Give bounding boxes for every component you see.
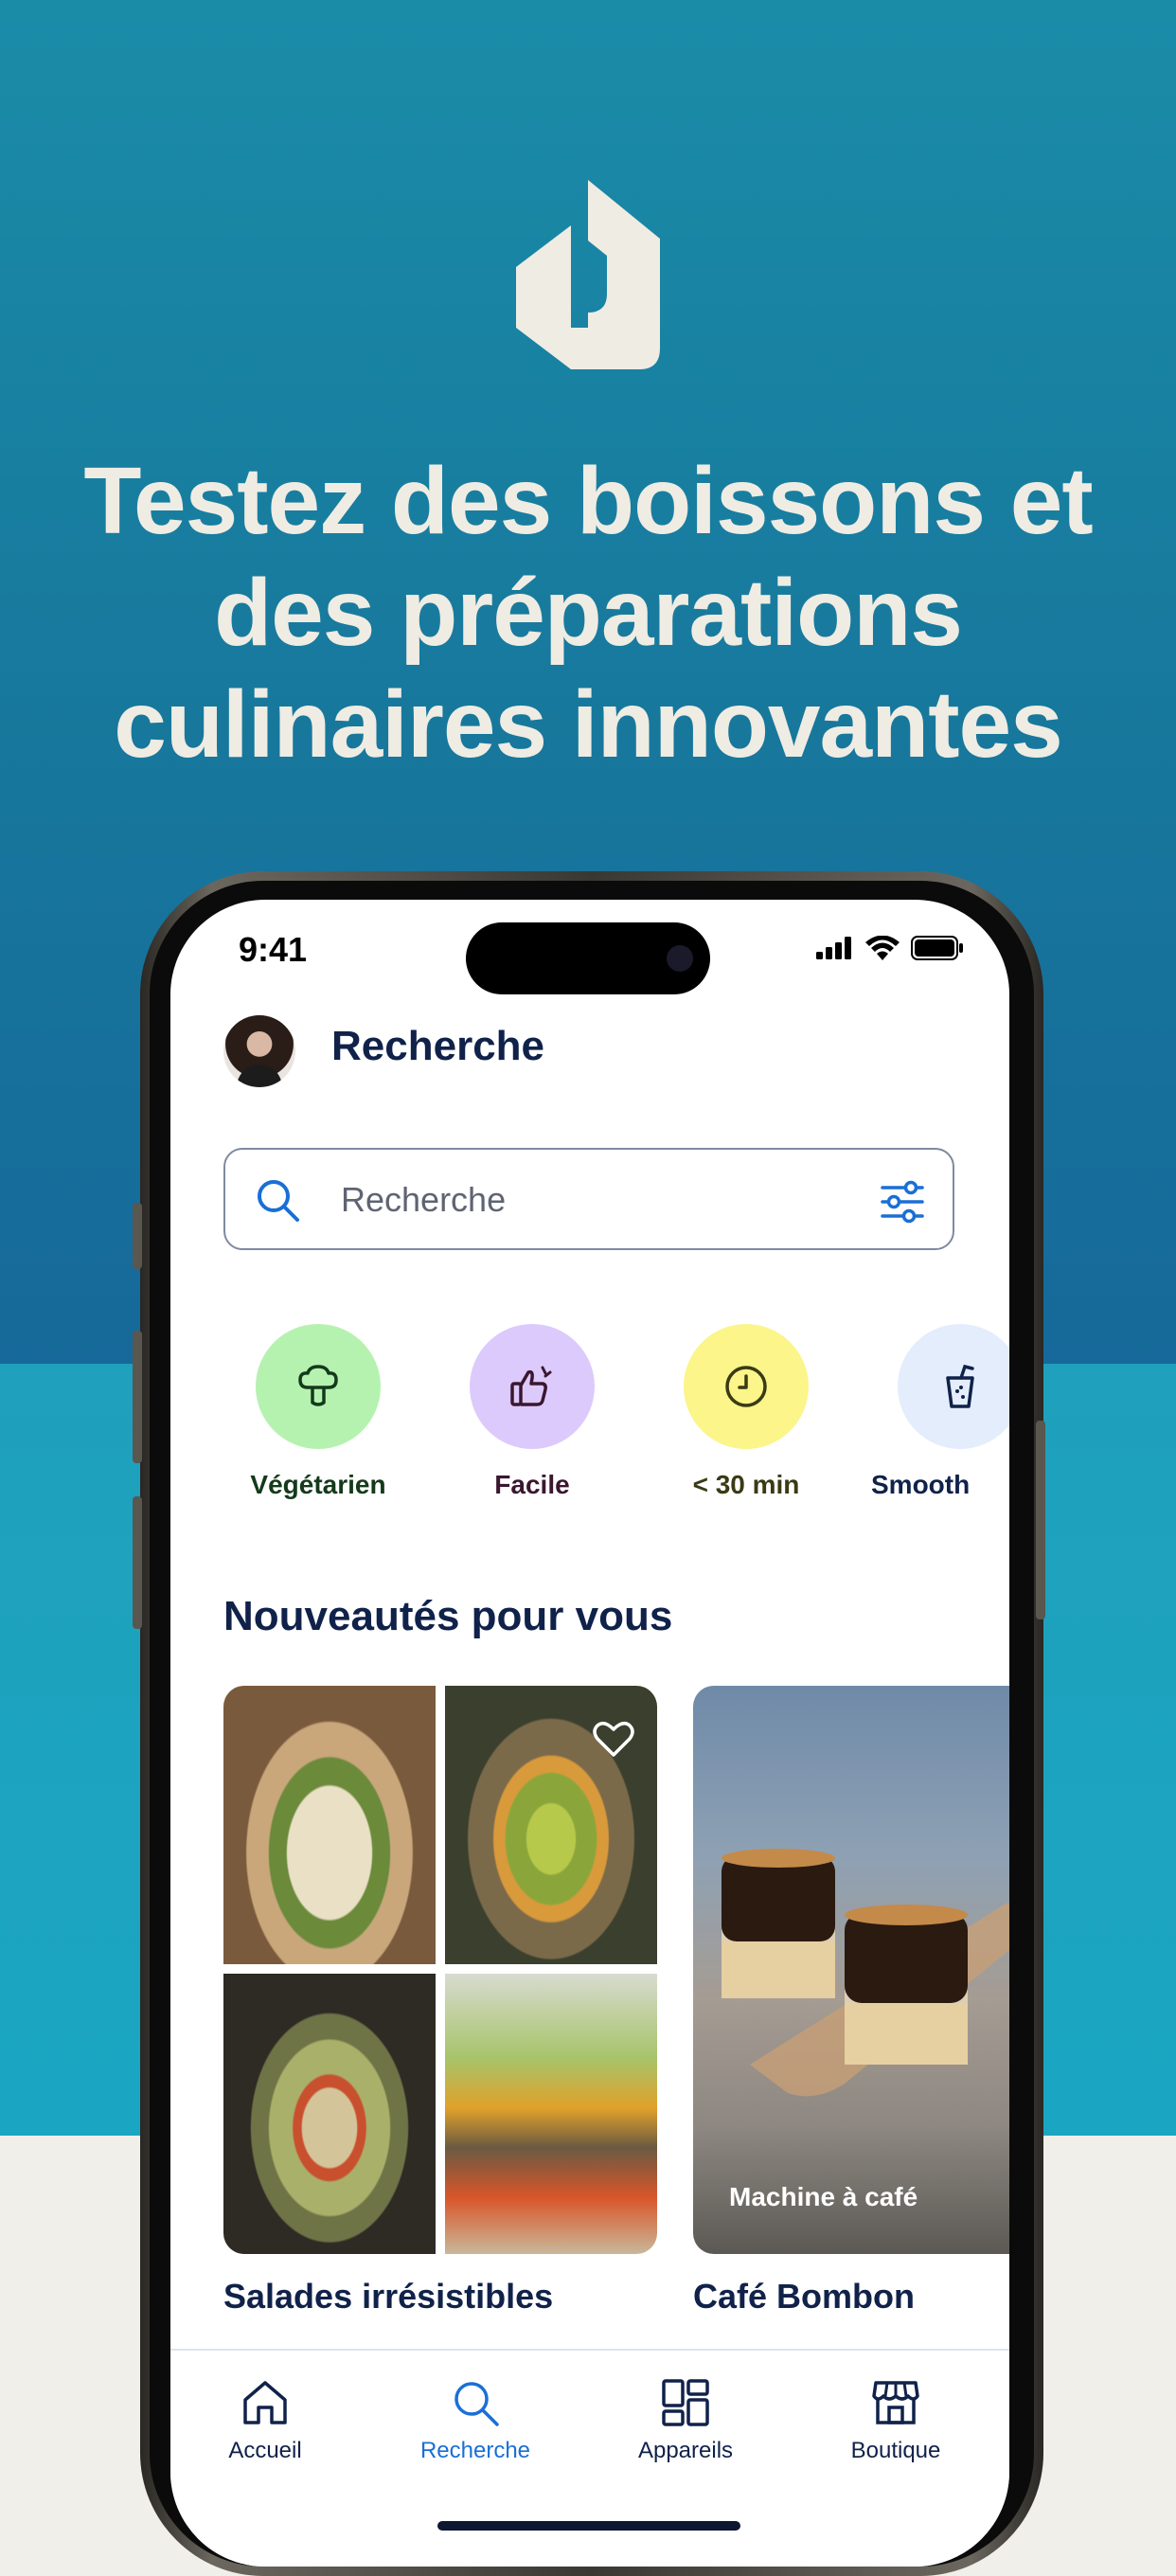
category-label: Smooth xyxy=(871,1470,971,1499)
recipe-card-cafe-bombon[interactable]: Machine à café xyxy=(693,1686,1009,2254)
store-icon xyxy=(872,2381,919,2424)
promo-headline-line: culinaires innovantes xyxy=(114,671,1063,778)
thumbs-up-icon xyxy=(510,1366,552,1406)
tab-label: Appareils xyxy=(637,2438,734,2463)
recipe-card-title[interactable]: Café Bombon xyxy=(693,2277,915,2317)
phone-side-button xyxy=(133,1496,142,1629)
home-indicator[interactable] xyxy=(437,2521,740,2531)
dynamic-island xyxy=(466,922,710,994)
category-circle xyxy=(470,1324,595,1449)
search-bar[interactable] xyxy=(223,1148,954,1250)
category-label: Végétarien xyxy=(250,1470,386,1499)
smoothie-cup-icon xyxy=(946,1364,974,1408)
tab-devices[interactable]: Appareils xyxy=(591,2377,780,2464)
category-circle xyxy=(256,1324,381,1449)
bottom-tab-bar: Accueil Recherche Appareils Boutique xyxy=(170,2349,1009,2567)
food-photo-salad-chicken xyxy=(223,1686,436,1964)
devices-grid-icon xyxy=(662,2379,709,2426)
tab-search[interactable]: Recherche xyxy=(381,2377,570,2464)
category-label: < 30 min xyxy=(692,1470,800,1499)
heart-icon[interactable] xyxy=(593,1720,634,1758)
section-title: Nouveautés pour vous xyxy=(223,1593,673,1639)
category-under-30-min[interactable]: < 30 min xyxy=(651,1324,841,1500)
category-easy[interactable]: Facile xyxy=(437,1324,627,1500)
signal-icon xyxy=(816,937,851,959)
category-circle xyxy=(898,1324,1009,1449)
category-circle xyxy=(684,1324,809,1449)
filter-sliders-icon[interactable] xyxy=(881,1180,924,1224)
category-smoothie[interactable]: Smooth xyxy=(865,1324,1009,1500)
phone-side-button xyxy=(133,1331,142,1463)
search-icon xyxy=(258,1180,299,1222)
tab-label: Boutique xyxy=(850,2438,941,2463)
recipe-card-title[interactable]: Salades irrésistibles xyxy=(223,2277,553,2317)
phone-side-button xyxy=(133,1203,142,1269)
category-label: Facile xyxy=(494,1470,570,1499)
search-icon xyxy=(454,2382,499,2426)
battery-icon xyxy=(911,936,963,960)
phone-screen: 9:41 Recherche Recherche Végétarien Faci… xyxy=(170,900,1009,2567)
tab-label: Recherche xyxy=(419,2438,531,2463)
food-photo-salad-jar xyxy=(445,1974,657,2254)
food-photo-salad-quinoa xyxy=(223,1974,436,2254)
phone-side-button xyxy=(1036,1421,1045,1619)
tab-shop[interactable]: Boutique xyxy=(801,2377,990,2464)
category-vegetarian[interactable]: Végétarien xyxy=(223,1324,413,1500)
recipe-card-salads[interactable] xyxy=(223,1686,657,2254)
clock-icon xyxy=(725,1366,767,1407)
coffee-cups-illustration xyxy=(722,1849,1009,2097)
card-badge-label: Machine à café xyxy=(729,2182,918,2211)
category-row: Végétarien Facile < 30 min Smooth xyxy=(223,1324,1009,1513)
promo-headline-line: Testez des boissons et xyxy=(83,448,1093,554)
page-title: Recherche xyxy=(331,1023,545,1069)
tab-label: Accueil xyxy=(228,2438,302,2463)
search-input[interactable] xyxy=(339,1171,854,1229)
camera-icon xyxy=(667,945,693,972)
broccoli-icon xyxy=(298,1365,338,1406)
status-icons xyxy=(816,936,964,960)
promo-headline-line: des préparations xyxy=(214,560,963,666)
home-icon xyxy=(243,2381,287,2424)
promo-headline: Testez des boissons et des préparations … xyxy=(38,445,1138,780)
status-time: 9:41 xyxy=(239,930,308,969)
tab-home[interactable]: Accueil xyxy=(170,2377,360,2464)
brand-logo-icon xyxy=(516,180,660,369)
wifi-icon xyxy=(865,936,900,960)
user-avatar[interactable] xyxy=(223,1015,295,1087)
